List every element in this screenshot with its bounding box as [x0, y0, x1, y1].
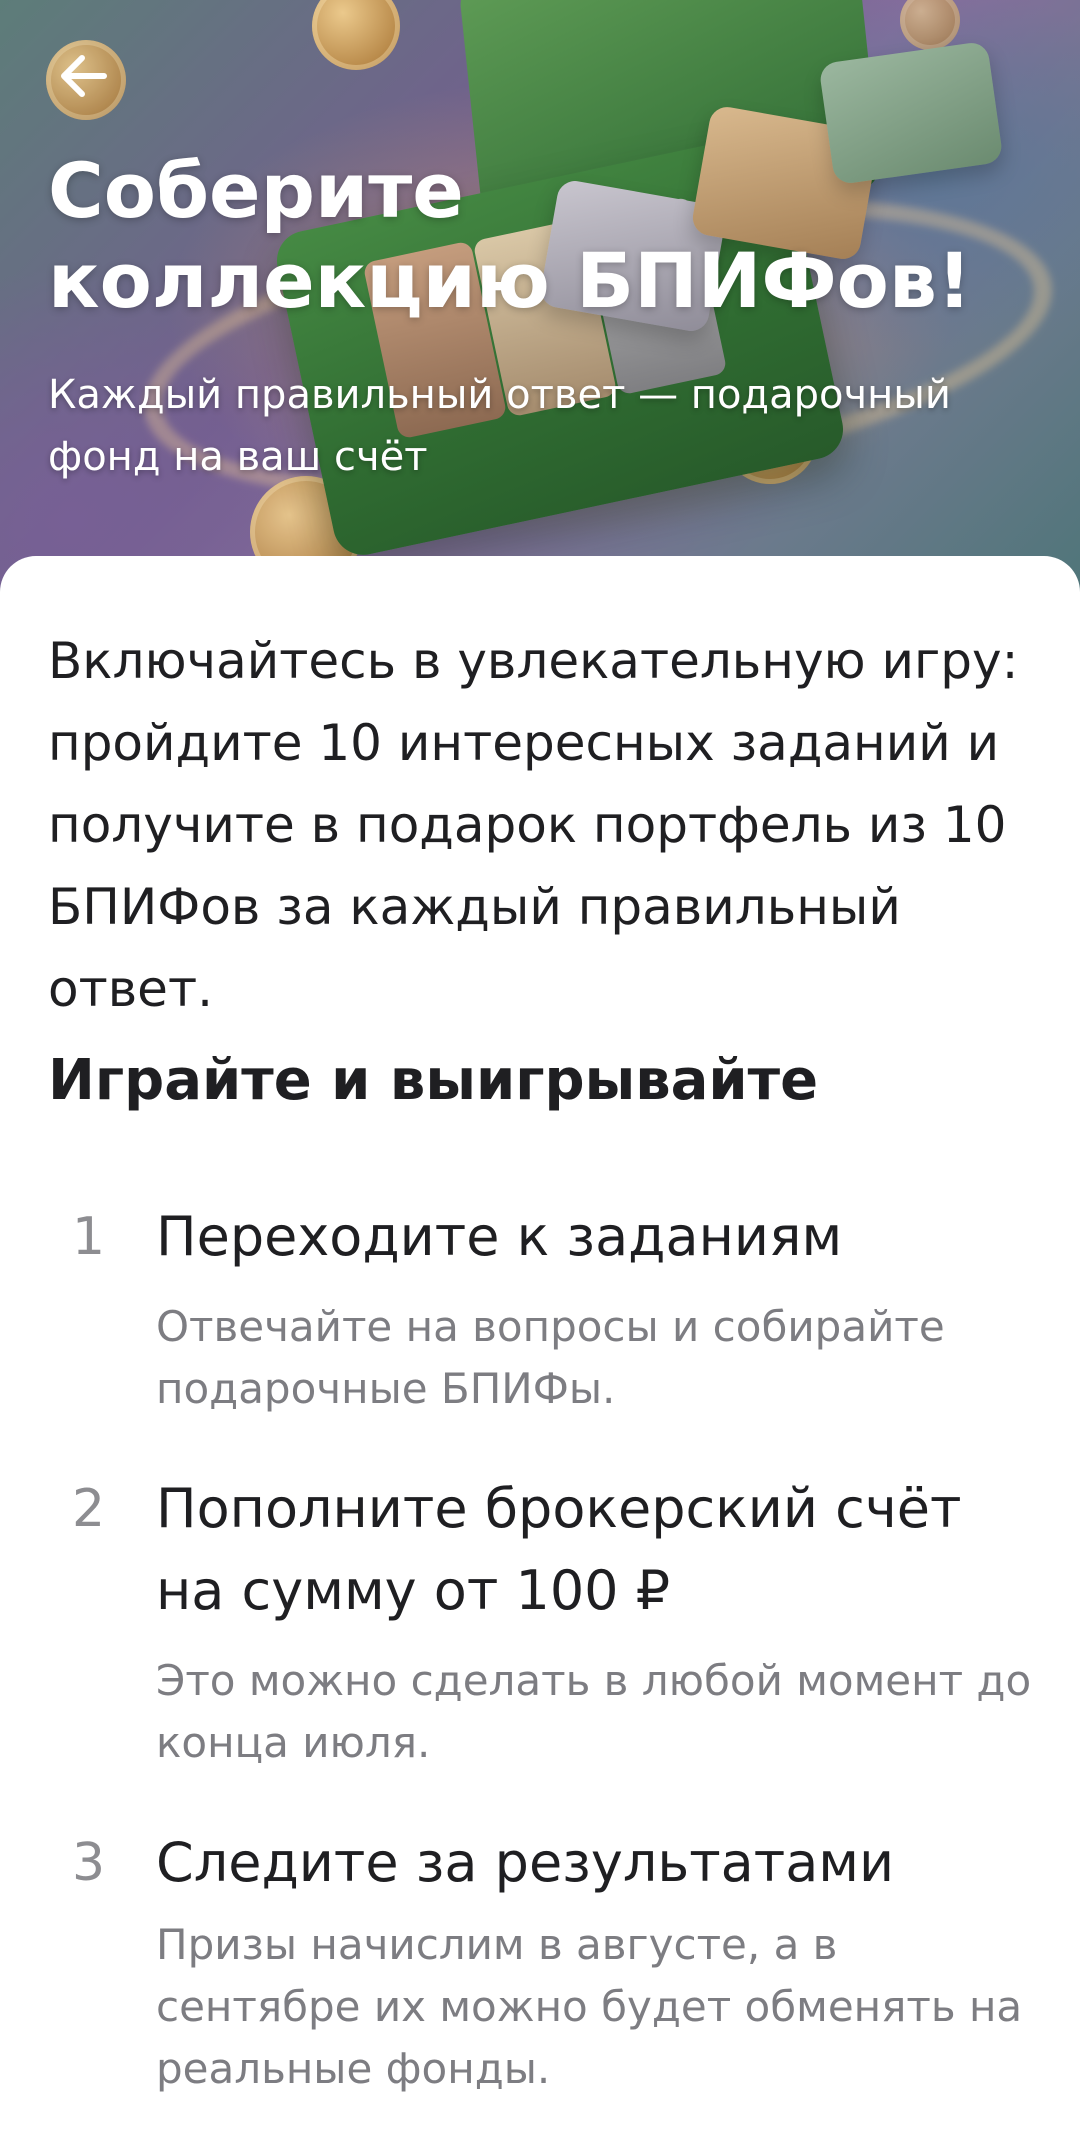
step-number: 3	[72, 1833, 106, 1893]
page-title: Соберите коллекцию БПИФов!	[48, 146, 972, 325]
step-title: Переходите к заданиям	[156, 1205, 843, 1268]
page-subtitle: Каждый правильный ответ — подарочный фон…	[48, 372, 951, 480]
back-button[interactable]	[48, 40, 120, 112]
step-description: Это можно сделать в любой момент до конц…	[156, 1656, 1032, 1767]
step-title: Пополните брокерский счёт на сумму от 10…	[156, 1477, 962, 1622]
step-title: Следите за результатами	[156, 1831, 895, 1894]
step-description: Призы начислим в августе, а в сентябре и…	[156, 1920, 1023, 2093]
arrow-left-icon	[61, 55, 107, 97]
content-sheet: Включайтесь в увлекательную игру: пройди…	[0, 556, 1080, 2156]
coin-decoration	[312, 0, 400, 70]
coin-decoration	[900, 0, 960, 50]
hero-banner: Соберите коллекцию БПИФов! Каждый правил…	[0, 0, 1080, 600]
step-number: 2	[72, 1479, 106, 1539]
section-title: Играйте и выигрывайте	[48, 1048, 819, 1113]
intro-text: Включайтесь в увлекательную игру: пройди…	[48, 632, 1019, 1018]
step-description: Отвечайте на вопросы и собирайте подароч…	[156, 1302, 945, 1413]
step-number: 1	[72, 1207, 106, 1267]
